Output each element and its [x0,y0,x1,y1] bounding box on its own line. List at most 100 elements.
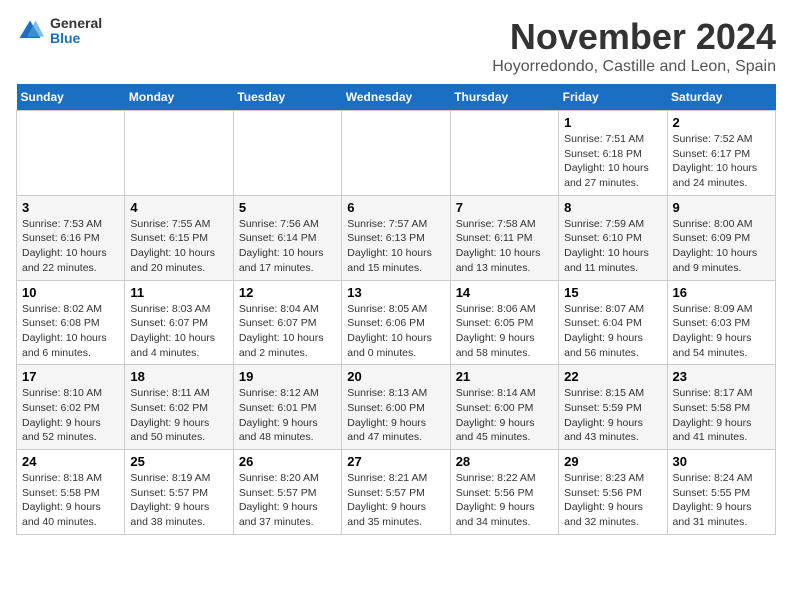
calendar-cell: 3Sunrise: 7:53 AM Sunset: 6:16 PM Daylig… [17,195,125,280]
calendar-header: SundayMondayTuesdayWednesdayThursdayFrid… [17,84,776,111]
calendar-cell: 6 Sunrise: 7:57 AM Sunset: 6:13 PM Daylig… [342,195,450,280]
logo-icon [16,17,44,45]
calendar-cell: 2 Sunrise: 7:52 AM Sunset: 6:17 PM Daylig… [667,111,775,196]
calendar-cell: 1 Sunrise: 7:51 AM Sunset: 6:18 PM Daylig… [559,111,667,196]
calendar-cell: 11 Sunrise: 8:03 AM Sunset: 6:07 PM Dayli… [125,280,233,365]
day-info: Sunrise: 7:57 AM Sunset: 6:13 PM Dayligh… [347,217,444,276]
calendar-cell: 9 Sunrise: 8:00 AM Sunset: 6:09 PM Daylig… [667,195,775,280]
week-row-3: 17 Sunrise: 8:10 AM Sunset: 6:02 PM Dayli… [17,365,776,450]
day-info: Sunrise: 8:07 AM Sunset: 6:04 PM Dayligh… [564,302,661,361]
day-number: 21 [456,369,553,384]
day-info: Sunrise: 8:17 AM Sunset: 5:58 PM Dayligh… [673,386,770,445]
week-row-4: 24 Sunrise: 8:18 AM Sunset: 5:58 PM Dayli… [17,450,776,535]
day-header-thursday: Thursday [450,84,558,111]
calendar-body: 1 Sunrise: 7:51 AM Sunset: 6:18 PM Daylig… [17,111,776,535]
calendar-cell: 7 Sunrise: 7:58 AM Sunset: 6:11 PM Daylig… [450,195,558,280]
calendar-cell: 26 Sunrise: 8:20 AM Sunset: 5:57 PM Dayli… [233,450,341,535]
location-subtitle: Hoyorredondo, Castille and Leon, Spain [492,58,776,76]
day-number: 28 [456,454,553,469]
day-info: Sunrise: 7:51 AM Sunset: 6:18 PM Dayligh… [564,132,661,191]
day-info: Sunrise: 8:23 AM Sunset: 5:56 PM Dayligh… [564,471,661,530]
day-number: 24 [22,454,119,469]
calendar-cell: 17 Sunrise: 8:10 AM Sunset: 6:02 PM Dayli… [17,365,125,450]
calendar-table: SundayMondayTuesdayWednesdayThursdayFrid… [16,84,776,535]
day-info: Sunrise: 8:03 AM Sunset: 6:07 PM Dayligh… [130,302,227,361]
day-number: 18 [130,369,227,384]
calendar-cell: 19Sunrise: 8:12 AM Sunset: 6:01 PM Dayli… [233,365,341,450]
day-info: Sunrise: 8:04 AM Sunset: 6:07 PM Dayligh… [239,302,336,361]
week-row-0: 1 Sunrise: 7:51 AM Sunset: 6:18 PM Daylig… [17,111,776,196]
day-info: Sunrise: 8:11 AM Sunset: 6:02 PM Dayligh… [130,386,227,445]
calendar-cell [17,111,125,196]
day-number: 30 [673,454,770,469]
day-info: Sunrise: 8:21 AM Sunset: 5:57 PM Dayligh… [347,471,444,530]
day-number: 15 [564,285,661,300]
calendar-cell: 21Sunrise: 8:14 AM Sunset: 6:00 PM Dayli… [450,365,558,450]
calendar-cell: 24 Sunrise: 8:18 AM Sunset: 5:58 PM Dayli… [17,450,125,535]
calendar-cell: 15 Sunrise: 8:07 AM Sunset: 6:04 PM Dayli… [559,280,667,365]
calendar-cell: 12 Sunrise: 8:04 AM Sunset: 6:07 PM Dayli… [233,280,341,365]
day-number: 11 [130,285,227,300]
day-number: 19 [239,369,336,384]
calendar-cell: 5 Sunrise: 7:56 AM Sunset: 6:14 PM Daylig… [233,195,341,280]
title-area: November 2024 Hoyorredondo, Castille and… [492,16,776,76]
calendar-cell: 10 Sunrise: 8:02 AM Sunset: 6:08 PM Dayli… [17,280,125,365]
week-row-1: 3Sunrise: 7:53 AM Sunset: 6:16 PM Daylig… [17,195,776,280]
day-number: 25 [130,454,227,469]
day-header-friday: Friday [559,84,667,111]
day-info: Sunrise: 8:24 AM Sunset: 5:55 PM Dayligh… [673,471,770,530]
calendar-cell: 29Sunrise: 8:23 AM Sunset: 5:56 PM Dayli… [559,450,667,535]
day-number: 12 [239,285,336,300]
day-number: 14 [456,285,553,300]
day-header-saturday: Saturday [667,84,775,111]
day-info: Sunrise: 8:20 AM Sunset: 5:57 PM Dayligh… [239,471,336,530]
day-info: Sunrise: 8:19 AM Sunset: 5:57 PM Dayligh… [130,471,227,530]
calendar-cell: 22Sunrise: 8:15 AM Sunset: 5:59 PM Dayli… [559,365,667,450]
day-info: Sunrise: 7:52 AM Sunset: 6:17 PM Dayligh… [673,132,770,191]
day-number: 17 [22,369,119,384]
day-info: Sunrise: 8:02 AM Sunset: 6:08 PM Dayligh… [22,302,119,361]
logo-blue-text: Blue [50,31,102,46]
calendar-cell [342,111,450,196]
day-number: 1 [564,115,661,130]
day-number: 23 [673,369,770,384]
day-header-tuesday: Tuesday [233,84,341,111]
calendar-cell: 30 Sunrise: 8:24 AM Sunset: 5:55 PM Dayli… [667,450,775,535]
day-info: Sunrise: 7:56 AM Sunset: 6:14 PM Dayligh… [239,217,336,276]
day-number: 16 [673,285,770,300]
logo-general-text: General [50,16,102,31]
day-info: Sunrise: 8:09 AM Sunset: 6:03 PM Dayligh… [673,302,770,361]
day-header-wednesday: Wednesday [342,84,450,111]
day-info: Sunrise: 8:15 AM Sunset: 5:59 PM Dayligh… [564,386,661,445]
logo: General Blue [16,16,102,47]
day-info: Sunrise: 8:00 AM Sunset: 6:09 PM Dayligh… [673,217,770,276]
day-info: Sunrise: 7:58 AM Sunset: 6:11 PM Dayligh… [456,217,553,276]
day-info: Sunrise: 8:10 AM Sunset: 6:02 PM Dayligh… [22,386,119,445]
day-header-sunday: Sunday [17,84,125,111]
day-number: 7 [456,200,553,215]
day-number: 10 [22,285,119,300]
day-number: 20 [347,369,444,384]
calendar-cell: 28 Sunrise: 8:22 AM Sunset: 5:56 PM Dayli… [450,450,558,535]
day-number: 9 [673,200,770,215]
day-info: Sunrise: 7:59 AM Sunset: 6:10 PM Dayligh… [564,217,661,276]
day-number: 27 [347,454,444,469]
calendar-cell: 4Sunrise: 7:55 AM Sunset: 6:15 PM Daylig… [125,195,233,280]
week-row-2: 10 Sunrise: 8:02 AM Sunset: 6:08 PM Dayli… [17,280,776,365]
day-number: 13 [347,285,444,300]
calendar-cell: 13Sunrise: 8:05 AM Sunset: 6:06 PM Dayli… [342,280,450,365]
day-number: 5 [239,200,336,215]
day-number: 2 [673,115,770,130]
calendar-cell: 18 Sunrise: 8:11 AM Sunset: 6:02 PM Dayli… [125,365,233,450]
calendar-cell: 25 Sunrise: 8:19 AM Sunset: 5:57 PM Dayli… [125,450,233,535]
day-info: Sunrise: 8:22 AM Sunset: 5:56 PM Dayligh… [456,471,553,530]
calendar-cell: 27 Sunrise: 8:21 AM Sunset: 5:57 PM Dayli… [342,450,450,535]
day-number: 26 [239,454,336,469]
calendar-cell: 16 Sunrise: 8:09 AM Sunset: 6:03 PM Dayli… [667,280,775,365]
day-info: Sunrise: 8:18 AM Sunset: 5:58 PM Dayligh… [22,471,119,530]
day-info: Sunrise: 7:55 AM Sunset: 6:15 PM Dayligh… [130,217,227,276]
day-number: 3 [22,200,119,215]
day-number: 6 [347,200,444,215]
calendar-cell: 20 Sunrise: 8:13 AM Sunset: 6:00 PM Dayli… [342,365,450,450]
day-info: Sunrise: 8:13 AM Sunset: 6:00 PM Dayligh… [347,386,444,445]
